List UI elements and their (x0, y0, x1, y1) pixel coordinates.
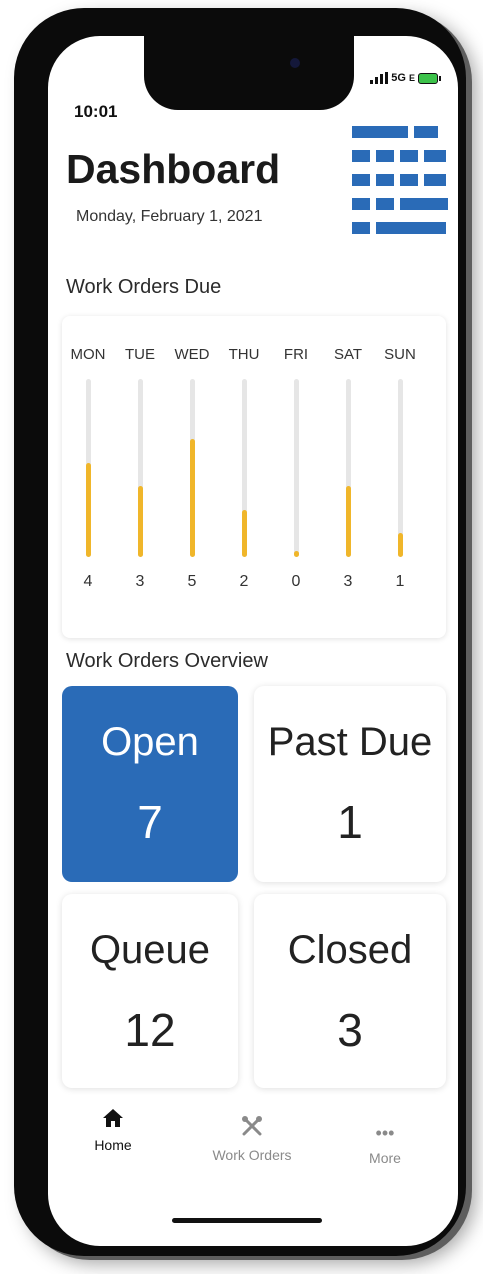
day-bar-track (345, 379, 351, 557)
day-bar-fill (85, 463, 91, 557)
status-time: 10:01 (74, 102, 118, 121)
day-bar-track (137, 379, 143, 557)
day-bar-track (189, 379, 195, 557)
queue-tile[interactable]: Queue 12 (62, 894, 238, 1088)
closed-tile-count: 3 (337, 1004, 363, 1056)
queue-tile-count: 12 (124, 1004, 176, 1056)
day-label: MON (70, 346, 106, 363)
open-tile[interactable]: Open 7 (62, 686, 238, 882)
day-column: SAT 3 (326, 346, 370, 591)
day-column: SUN 1 (378, 346, 422, 591)
day-count: 5 (187, 573, 197, 590)
tab-work-orders-label: Work Orders (212, 1147, 292, 1163)
notch (144, 36, 354, 110)
day-label: TUE (125, 346, 155, 363)
day-count: 2 (239, 573, 249, 590)
camera-icon (290, 58, 300, 68)
day-count: 3 (343, 573, 353, 590)
day-bar-track (241, 379, 247, 557)
day-bar-fill (345, 486, 351, 557)
queue-tile-label: Queue (89, 928, 211, 972)
home-icon (103, 1109, 123, 1127)
tab-home[interactable]: Home (78, 1108, 148, 1153)
day-count: 3 (135, 573, 145, 590)
day-count: 1 (395, 573, 405, 590)
more-icon: ••• (375, 1123, 395, 1143)
network-suffix: E (408, 73, 415, 83)
day-bar-track (293, 379, 299, 557)
day-column: TUE 3 (118, 346, 162, 591)
tab-home-label: Home (94, 1137, 132, 1153)
past-due-tile-label: Past Due (267, 720, 433, 764)
status-indicators: 5G E (370, 72, 441, 84)
day-bar-fill (137, 486, 143, 557)
day-count: 0 (291, 573, 301, 590)
signal-icon (370, 72, 389, 84)
past-due-tile[interactable]: Past Due 1 (254, 686, 446, 882)
tab-more[interactable]: ••• More (350, 1123, 420, 1166)
tools-icon (242, 1116, 262, 1136)
day-bar-fill (397, 533, 403, 557)
closed-tile-label: Closed (287, 928, 413, 972)
day-count: 4 (83, 573, 93, 590)
day-bar-track (397, 379, 403, 557)
closed-tile[interactable]: Closed 3 (254, 894, 446, 1088)
day-label: FRI (283, 346, 309, 363)
work-orders-due-card: MON 4 TUE 3 WED 5 THU 2 FRI 0 SAT 3 SUN 1 (62, 316, 446, 638)
day-column: THU 2 (222, 346, 266, 591)
network-label: 5G (391, 72, 406, 84)
open-tile-count: 7 (137, 796, 163, 848)
day-column: MON 4 (66, 346, 110, 591)
home-indicator (172, 1218, 322, 1223)
battery-icon (418, 73, 441, 84)
app-screen: 10:01 5G E Dashboard Monday, February 1,… (48, 36, 458, 1246)
day-column: FRI 0 (274, 346, 318, 591)
day-label: WED (174, 346, 210, 363)
tab-work-orders[interactable]: Work Orders (202, 1114, 302, 1163)
past-due-tile-count: 1 (337, 796, 363, 848)
day-column: WED 5 (170, 346, 214, 591)
day-bar-track (85, 379, 91, 557)
day-bar-fill (189, 439, 195, 557)
page-title: Dashboard (66, 146, 281, 192)
tab-bar: Home Work Orders ••• More (48, 1106, 458, 1226)
calendar-grid-icon[interactable] (352, 126, 448, 244)
tab-more-label: More (369, 1150, 401, 1166)
day-label: SAT (333, 346, 363, 363)
phone-frame: 10:01 5G E Dashboard Monday, February 1,… (14, 8, 466, 1256)
day-bar-fill (241, 510, 247, 557)
page-date: Monday, February 1, 2021 (76, 208, 263, 225)
day-bar-fill (293, 551, 299, 557)
day-label: SUN (384, 346, 416, 363)
day-label: THU (228, 346, 260, 363)
open-tile-label: Open (101, 720, 199, 764)
work-orders-overview-title: Work Orders Overview (66, 650, 268, 672)
work-orders-due-title: Work Orders Due (66, 276, 222, 298)
